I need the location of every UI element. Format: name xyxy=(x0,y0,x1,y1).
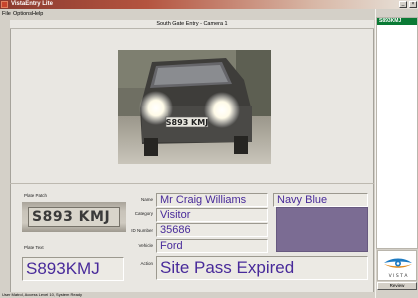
plate-text-field: S893KMJ xyxy=(22,257,124,281)
category-label: Category xyxy=(134,211,153,216)
id-number-value: 35686 xyxy=(160,224,191,236)
action-value: Site Pass Expired xyxy=(160,258,295,277)
colour-swatch xyxy=(276,207,368,252)
colour-field: Navy Blue xyxy=(273,193,368,207)
menu-file[interactable]: File xyxy=(2,10,11,18)
camera-title: South Gate Entry - Camera 1 xyxy=(156,21,228,27)
name-value: Mr Craig Williams xyxy=(160,194,247,206)
plate-list-item-selected[interactable]: S893KMJ xyxy=(377,18,417,25)
close-button[interactable]: × xyxy=(409,1,417,8)
vista-logo-text: V I S T A xyxy=(389,273,409,279)
name-field: Mr Craig Williams xyxy=(156,193,268,207)
camera-plate-text: S893 KMJ xyxy=(166,118,208,127)
menu-bar: File Options Help xyxy=(0,9,374,19)
minimize-button[interactable]: _ xyxy=(399,1,407,8)
vista-logo: V I S T A xyxy=(377,250,417,281)
menu-options[interactable]: Options xyxy=(13,10,32,18)
car-snapshot: S893 KMJ xyxy=(118,50,271,164)
action-field: Site Pass Expired xyxy=(156,256,368,280)
action-label: Action xyxy=(140,261,153,266)
camera-image: S893 KMJ xyxy=(118,50,271,164)
plate-list[interactable]: S893KMJ xyxy=(376,17,418,249)
colour-value: Navy Blue xyxy=(277,194,328,206)
menu-help[interactable]: Help xyxy=(32,10,43,18)
camera-header: South Gate Entry - Camera 1 xyxy=(10,20,374,29)
category-value: Visitor xyxy=(160,209,191,221)
plate-patch-text: S893 KMJ xyxy=(32,209,111,225)
plate-text-label: Plate Text xyxy=(24,245,44,250)
section-divider xyxy=(10,183,374,184)
id-number-label: ID Number xyxy=(131,228,153,233)
category-field: Visitor xyxy=(156,208,268,222)
vehicle-value: Ford xyxy=(160,240,183,252)
review-button[interactable]: Review xyxy=(377,282,417,290)
vehicle-field: Ford xyxy=(156,239,268,253)
plate-text-value: S893KMJ xyxy=(26,259,100,278)
app-icon xyxy=(1,1,8,8)
plate-patch-image: S893 KMJ xyxy=(22,202,126,232)
vehicle-label: Vehicle xyxy=(138,243,153,248)
window-title: VistaEntry Lite xyxy=(11,1,53,7)
vista-logo-icon: V I S T A xyxy=(384,258,412,279)
id-number-field: 35686 xyxy=(156,223,268,237)
name-label: Name xyxy=(140,197,153,202)
plate-patch-label: Plate Patch xyxy=(24,193,48,198)
status-bar: User Matrol, Access Level 10, System Rea… xyxy=(0,292,375,298)
title-bar: VistaEntry Lite _ × xyxy=(0,0,418,9)
